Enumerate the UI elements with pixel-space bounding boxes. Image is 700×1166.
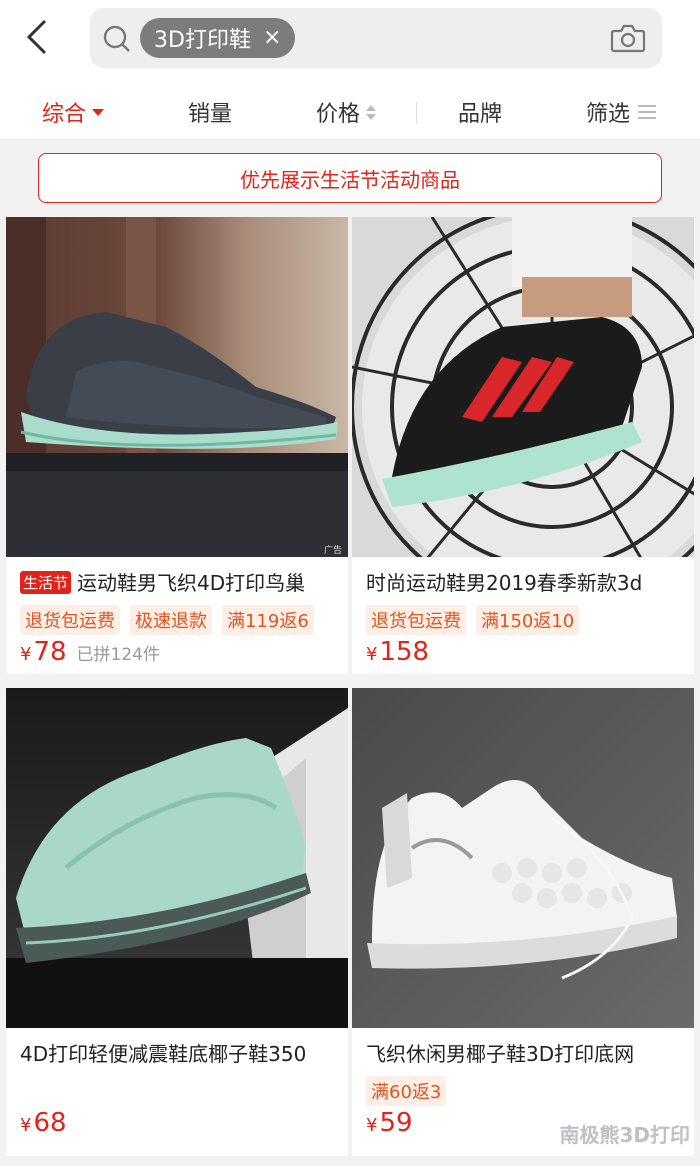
tag-cashback: 满60返3 xyxy=(366,1076,447,1106)
sort-comprehensive-label: 综合 xyxy=(42,102,87,127)
product-image xyxy=(352,217,694,557)
sort-comprehensive[interactable]: 综合 xyxy=(42,92,105,132)
sort-brand-label: 品牌 xyxy=(458,102,503,127)
product-price: ¥158 xyxy=(366,637,430,667)
sneaker-image-dark: 广告 xyxy=(6,217,348,557)
sort-price[interactable]: 价格 xyxy=(316,92,377,132)
sort-bar: 综合 销量 价格 品牌 筛选 xyxy=(0,84,700,140)
tag-fast-refund: 极速退款 xyxy=(130,605,212,635)
product-tags: 退货包运费 极速退款 满119返6 xyxy=(20,605,314,635)
sort-sales[interactable]: 销量 xyxy=(188,92,232,132)
filter-button[interactable]: 筛选 xyxy=(586,92,657,132)
product-tags: 满60返3 xyxy=(366,1076,447,1106)
product-card[interactable]: 4D打印轻便减震鞋底椰子鞋350 ¥68 xyxy=(6,688,348,1156)
sneaker-image-white xyxy=(352,688,694,1028)
product-title-text: 运动鞋男飞织4D打印鸟巢 xyxy=(77,571,306,595)
product-title: 时尚运动鞋男2019春季新款3d xyxy=(366,571,643,595)
sort-arrows-icon xyxy=(366,104,377,120)
filter-icon xyxy=(638,105,657,119)
tag-free-return: 退货包运费 xyxy=(20,605,120,635)
product-title: 4D打印轻便减震鞋底椰子鞋350 xyxy=(20,1042,307,1066)
product-price: ¥68 xyxy=(20,1108,67,1138)
tag-cashback: 满119返6 xyxy=(222,605,314,635)
sort-sales-label: 销量 xyxy=(188,102,233,127)
triangle-down-icon xyxy=(92,108,105,116)
ad-label: 广告 xyxy=(324,544,342,556)
product-info: 4D打印轻便减震鞋底椰子鞋350 ¥68 xyxy=(6,1028,348,1156)
product-info: 生活节 运动鞋男飞织4D打印鸟巢 退货包运费 极速退款 满119返6 ¥78 已拼… xyxy=(6,557,348,674)
product-title: 生活节 运动鞋男飞织4D打印鸟巢 xyxy=(20,567,342,596)
promo-section: 优先展示生活节活动商品 xyxy=(0,141,700,215)
search-keyword-chip[interactable]: 3D打印鞋 × xyxy=(140,18,296,58)
promo-text: 优先展示生活节活动商品 xyxy=(240,167,460,192)
clear-keyword-icon[interactable]: × xyxy=(263,27,281,49)
search-icon xyxy=(103,25,130,52)
sneaker-image-mint xyxy=(6,688,348,1028)
product-info: 时尚运动鞋男2019春季新款3d 退货包运费 满150返10 ¥158 xyxy=(352,557,694,674)
tag-cashback: 满150返10 xyxy=(476,605,580,635)
product-price: ¥59 xyxy=(366,1108,413,1138)
top-bar: 3D打印鞋 × xyxy=(0,0,700,84)
festival-badge: 生活节 xyxy=(20,571,72,594)
product-title: 飞织休闲男椰子鞋3D打印底网 xyxy=(366,1042,635,1066)
sold-count: 已拼124件 xyxy=(76,645,160,665)
product-image xyxy=(352,688,694,1028)
chevron-left-icon xyxy=(26,19,47,55)
watermark: 南极熊3D打印 xyxy=(559,1123,690,1147)
product-image: 广告 xyxy=(6,217,348,557)
product-card[interactable]: 广告 生活节 运动鞋男飞织4D打印鸟巢 退货包运费 极速退款 满119返6 ¥78… xyxy=(6,217,348,674)
filter-label: 筛选 xyxy=(586,102,631,127)
divider xyxy=(416,102,417,124)
price-row: ¥59 xyxy=(366,1108,413,1138)
product-image xyxy=(6,688,348,1028)
price-row: ¥158 xyxy=(366,637,429,667)
promo-banner[interactable]: 优先展示生活节活动商品 xyxy=(38,153,662,203)
product-card[interactable]: 时尚运动鞋男2019春季新款3d 退货包运费 满150返10 ¥158 xyxy=(352,217,694,674)
product-tags: 退货包运费 满150返10 xyxy=(366,605,580,635)
price-row: ¥78 已拼124件 xyxy=(20,637,160,667)
sort-price-label: 价格 xyxy=(316,102,361,127)
product-price: ¥78 xyxy=(20,637,67,667)
back-button[interactable] xyxy=(14,14,60,60)
sneaker-image-fan xyxy=(352,217,694,557)
sort-brand[interactable]: 品牌 xyxy=(458,92,502,132)
camera-icon[interactable] xyxy=(610,21,646,55)
price-row: ¥68 xyxy=(20,1108,67,1138)
search-keyword-text: 3D打印鞋 xyxy=(154,28,251,53)
product-card[interactable]: 飞织休闲男椰子鞋3D打印底网 满60返3 ¥59 xyxy=(352,688,694,1156)
search-box[interactable]: 3D打印鞋 × xyxy=(90,8,662,68)
tag-free-return: 退货包运费 xyxy=(366,605,466,635)
